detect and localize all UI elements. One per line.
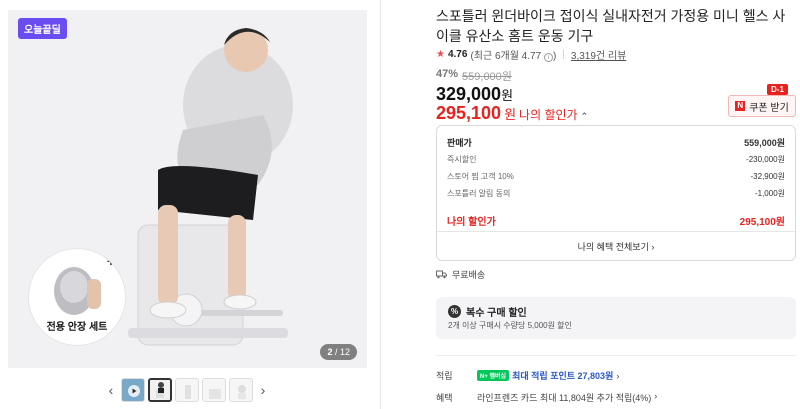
benefit-row-instant-discount: 즉시할인 -230,000원 [447,154,785,165]
benefit-label: 스토어 찜 고객 10% [447,172,514,181]
separator: | [562,49,565,60]
original-price: 559,000원 [462,71,512,83]
benefit-label: 스포틀러 알림 동의 [447,189,511,198]
benefit-row-sale-price: 판매가 559,000원 [447,136,785,149]
thumbnail-image [203,379,225,401]
thumbnail-selected[interactable] [148,378,172,402]
info-icon[interactable]: i [543,53,553,62]
today-deal-badge: 오늘끝딜 [18,18,67,39]
plus-icon: + [106,253,115,269]
my-price-value: 295,100 [436,103,502,123]
sale-price-unit: 원 [501,88,514,103]
points-row[interactable]: 적립 N+ 멤버십 최대 적립 포인트 27,803원 › [436,369,619,382]
rating-recent-close: ) [552,51,557,62]
thumbnail-item[interactable] [202,378,226,402]
play-icon [122,379,144,401]
rating-recent-text: (최근 6개월 4.77 [470,51,542,62]
benefit-my-value: 295,100원 [739,217,785,228]
benefit-row-store-fav: 스토어 찜 고객 10% -32,900원 [447,171,785,182]
product-main-image[interactable]: 오늘끝딜 + 전용 안장 세트 2 / 12 [8,10,367,368]
truck-icon [436,270,447,279]
shipping-label: 무료배송 [452,270,486,280]
card-benefit-row[interactable]: 혜택 라인프렌즈 카드 최대 11,804원 추가 적립(4%) › [436,391,657,404]
sale-price-value: 329,000 [436,84,502,104]
coupon-download-button[interactable]: N 쿠폰 받기 [728,95,796,117]
thumbnail-image [176,379,198,401]
benefit-value: -230,000원 [746,155,785,164]
thumb-prev-arrow-icon[interactable]: ‹ [104,382,118,398]
benefit-breakdown-box: 판매가 559,000원 즉시할인 -230,000원 스토어 찜 고객 10%… [436,125,796,261]
benefit-value: 559,000원 [744,138,785,148]
review-count-link[interactable]: 3,319건 리뷰 [571,47,626,62]
image-counter-current: 2 [327,347,333,357]
points-text: 최대 적립 포인트 27,803원 [512,371,614,381]
saddle-set-label: 전용 안장 세트 [46,322,108,333]
benefit-my-label: 나의 할인가 [447,217,496,228]
rating-row: ★ 4.76 (최근 6개월 4.77 i) | 3,319건 리뷰 [436,47,626,62]
divider [437,231,795,232]
rating-recent: (최근 6개월 4.77 i) [470,47,556,62]
benefit-row-alert-consent: 스포틀러 알림 동의 -1,000원 [447,188,785,199]
chevron-right-icon: › [616,370,620,381]
divider [436,355,796,356]
percent-icon: % [448,305,461,318]
multi-purchase-title-row: % 복수 구매 할인 [448,304,527,319]
card-benefit-label: 혜택 [436,393,453,403]
multi-purchase-desc: 2개 이상 구매시 수량당 5,000원 할인 [448,321,572,330]
thumbnail-image [230,379,252,401]
rating-score: 4.76 [447,49,468,60]
my-discount-price[interactable]: 295,100 원 나의 할인가 ⌃ [436,103,588,124]
my-price-unit: 원 [504,107,517,122]
my-price-label: 나의 할인가 [519,108,578,122]
benefit-value: -32,900원 [750,172,786,181]
chevron-up-icon: ⌃ [580,111,589,121]
product-title: 스포틀러 윈더바이크 접이식 실내자전거 가정용 미니 헬스 사이클 유산소 홈… [436,8,786,44]
chevron-right-icon: › [654,391,658,401]
shipping-row: 무료배송 [436,268,485,281]
thumb-next-arrow-icon[interactable]: › [256,382,270,398]
sale-price: 329,000원 [436,84,513,105]
benefit-row-my-price: 나의 할인가 295,100원 [447,213,785,228]
star-icon: ★ [436,49,445,60]
thumbnail-item[interactable] [175,378,199,402]
discount-row: 47% 559,000원 [436,68,512,84]
naver-plus-badge: N+ 멤버십 [477,370,510,381]
multi-purchase-title: 복수 구매 할인 [466,308,527,319]
discount-percent: 47% [436,68,459,80]
card-benefit-text: 라인프렌즈 카드 최대 11,804원 추가 적립(4%) [477,393,652,403]
benefit-label: 즉시할인 [447,155,477,164]
thumbnail-video[interactable] [121,378,145,402]
benefit-value: -1,000원 [754,189,785,198]
saddle-set-thumbnail[interactable]: + 전용 안장 세트 [28,248,126,346]
dday-badge: D-1 [767,84,788,95]
coupon-icon: N [735,101,746,111]
coupon-label: 쿠폰 받기 [749,102,789,114]
thumbnail-strip: ‹ › [104,378,270,402]
multi-purchase-discount-box: % 복수 구매 할인 2개 이상 구매시 수량당 5,000원 할인 [436,297,796,339]
image-counter-total: / 12 [334,347,350,357]
column-divider [380,0,381,409]
image-counter: 2 / 12 [320,344,357,360]
thumbnail-image [150,380,170,400]
thumbnail-item[interactable] [229,378,253,402]
benefit-label: 판매가 [447,138,472,148]
view-all-benefits-link[interactable]: 나의 혜택 전체보기 › [437,240,795,253]
points-label: 적립 [436,371,453,381]
